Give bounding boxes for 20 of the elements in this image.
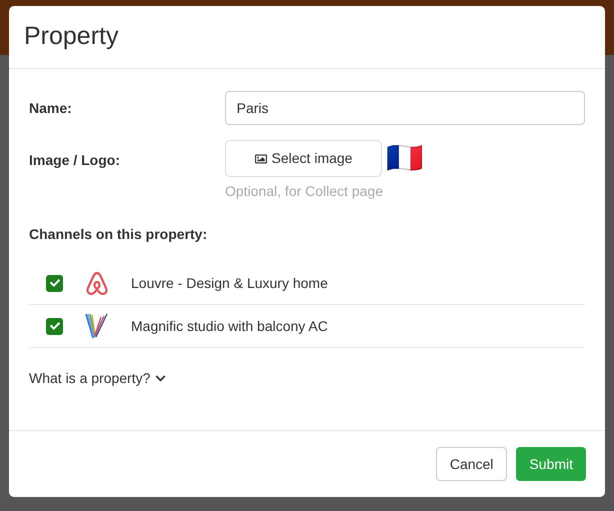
striped-v-icon [85,313,109,339]
dialog-title: Property [24,21,118,52]
check-icon [50,278,60,288]
checkbox[interactable] [46,318,63,334]
channel-name: Louvre - Design & Luxury home [131,274,328,293]
name-field[interactable]: Paris [224,91,585,125]
image-icon [254,152,267,164]
channel-name: Magnific studio with balcony AC [131,316,328,336]
field-label: Name: [29,98,73,118]
check-icon [50,321,60,331]
section-heading: Channels on this property: [29,225,208,244]
cancel-button[interactable]: Cancel [436,447,508,481]
chevron-down-icon [155,373,166,384]
checkbox[interactable] [46,274,63,292]
field-label: Image / Logo: [29,151,121,170]
hint-text: Optional, for Collect page [225,182,384,201]
select-image-button[interactable]: Select image [225,140,382,177]
help-link[interactable]: What is a property? [29,368,166,389]
flag-icon: 🇫🇷 [386,144,423,174]
loop-logo-icon [86,270,108,296]
